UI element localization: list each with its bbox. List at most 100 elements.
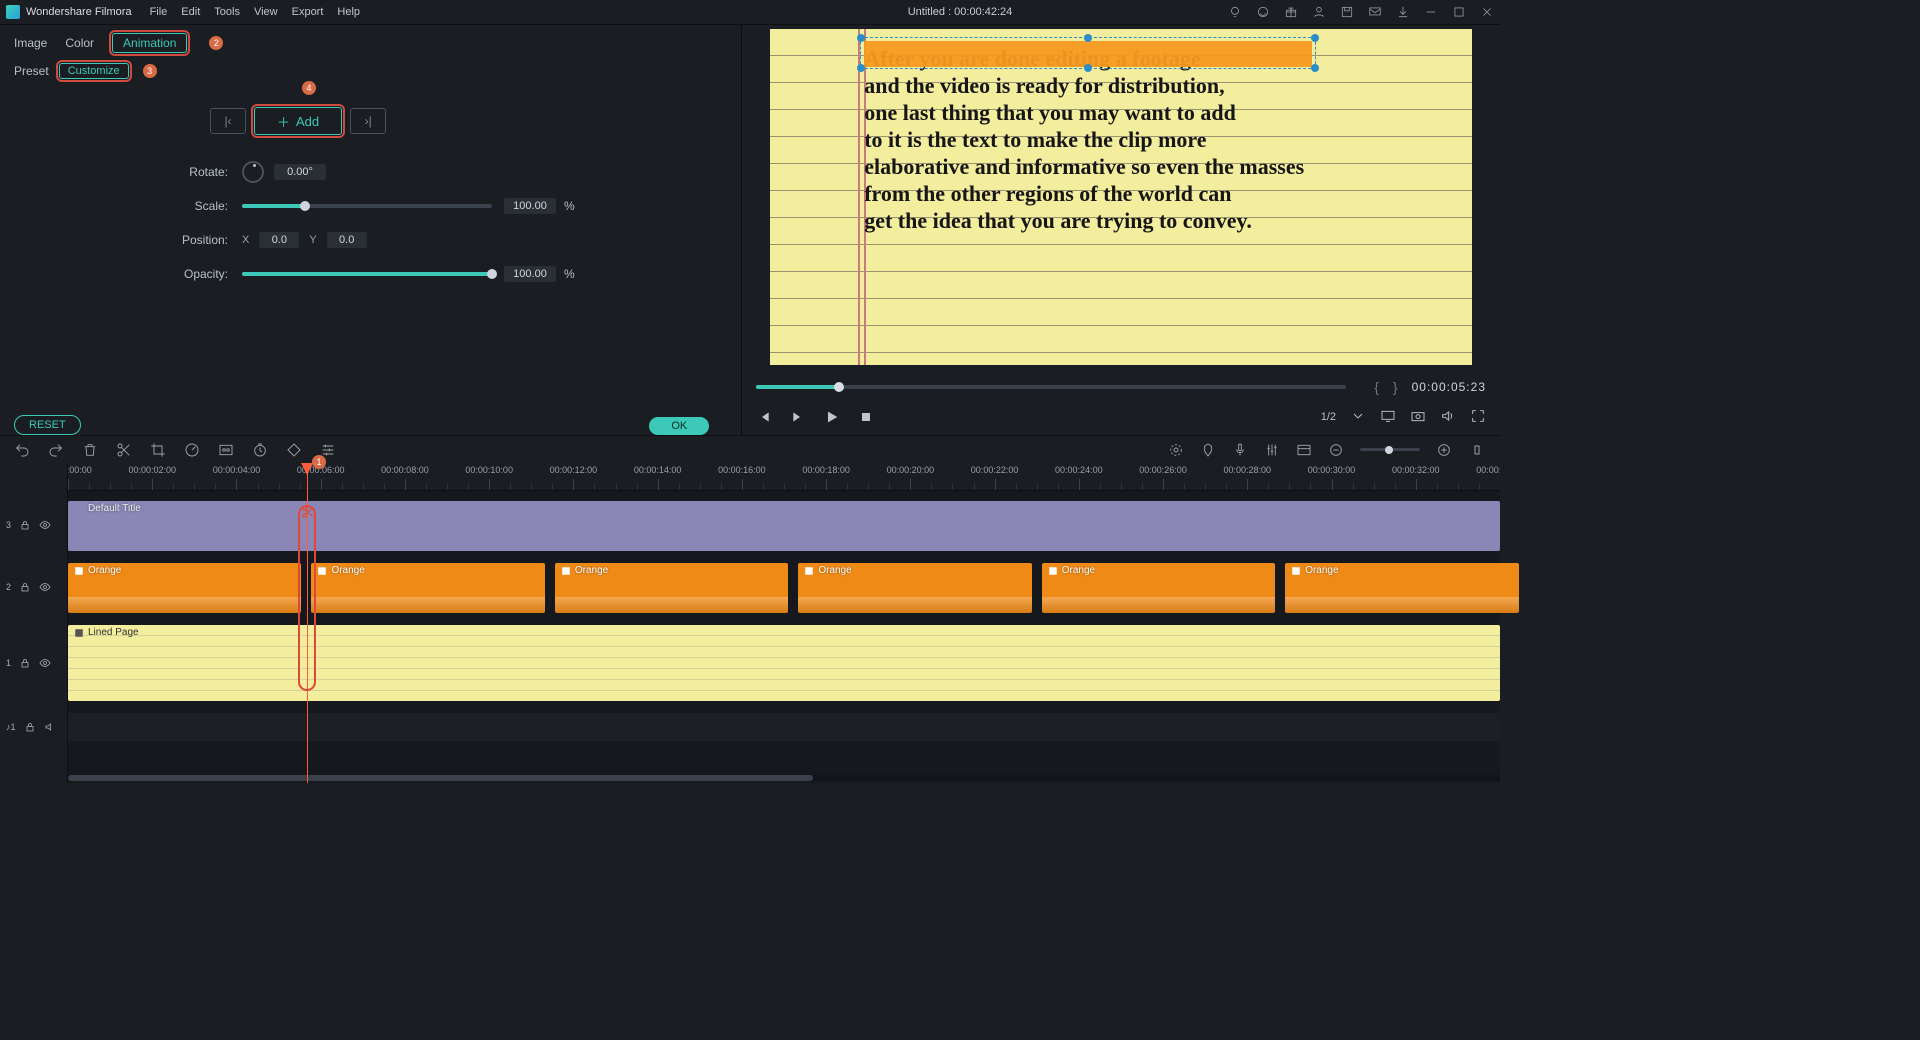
time-ruler[interactable]: 00:00:00:0000:00:02:0000:00:04:0000:00:0… (68, 463, 1500, 491)
lock-icon (19, 581, 31, 593)
position-y[interactable]: 0.0 (327, 232, 367, 248)
ruler-tick: 00:00:24:00 (1055, 465, 1103, 475)
menu-export[interactable]: Export (292, 6, 324, 18)
subtab-preset[interactable]: Preset (14, 64, 49, 78)
delete-icon[interactable] (82, 442, 98, 458)
track-2[interactable]: OrangeOrangeOrangeOrangeOrangeOrange (68, 563, 1500, 613)
opacity-slider[interactable] (242, 272, 492, 276)
download-icon[interactable] (1396, 5, 1410, 19)
redo-icon[interactable] (48, 442, 64, 458)
ruler-tick: 00:00:08:00 (381, 465, 429, 475)
split-icon[interactable] (116, 442, 132, 458)
save-icon[interactable] (1340, 5, 1354, 19)
tab-color[interactable]: Color (65, 36, 94, 50)
account-icon[interactable] (1312, 5, 1326, 19)
track-3[interactable]: Default Title (68, 501, 1500, 551)
prev-frame-button[interactable] (756, 409, 772, 425)
tab-image[interactable]: Image (14, 36, 47, 50)
text-line: elaborative and informative so even the … (864, 153, 1412, 180)
brace-close[interactable]: } (1393, 379, 1398, 395)
tab-animation[interactable]: Animation (112, 33, 187, 53)
maximize-icon[interactable] (1452, 5, 1466, 19)
minimize-icon[interactable] (1424, 5, 1438, 19)
image-icon (804, 566, 814, 576)
orange-clip[interactable]: Orange (68, 563, 301, 613)
orange-clip[interactable]: Orange (1042, 563, 1275, 613)
menu-help[interactable]: Help (337, 6, 360, 18)
close-icon[interactable] (1480, 5, 1494, 19)
chevron-down-icon[interactable] (1350, 408, 1366, 427)
mixer-icon[interactable] (1264, 442, 1280, 458)
tips-icon[interactable] (1228, 5, 1242, 19)
keyframe-icon[interactable] (286, 442, 302, 458)
orange-clip[interactable]: Orange (555, 563, 788, 613)
menu-file[interactable]: File (150, 6, 168, 18)
text-line: from the other regions of the world can (864, 180, 1412, 207)
track-head-a1[interactable]: ♪1 (0, 721, 68, 733)
ok-button[interactable]: OK (649, 417, 709, 435)
next-frame-button[interactable] (790, 409, 806, 425)
menu-view[interactable]: View (254, 6, 278, 18)
lined-clip[interactable]: Lined Page (68, 625, 1500, 701)
gift-icon[interactable] (1284, 5, 1298, 19)
zoom-in-icon[interactable] (1436, 442, 1452, 458)
support-icon[interactable] (1256, 5, 1270, 19)
menu-tools[interactable]: Tools (214, 6, 240, 18)
crop-icon[interactable] (150, 442, 166, 458)
opacity-label: Opacity: (0, 267, 242, 281)
image-icon (1048, 566, 1058, 576)
snapshot-icon[interactable] (1410, 408, 1426, 427)
orange-clip[interactable]: Orange (798, 563, 1031, 613)
orange-clip[interactable]: Orange (311, 563, 544, 613)
lock-icon (24, 721, 36, 733)
track-head-1[interactable]: 1 (0, 657, 68, 669)
opacity-value[interactable]: 100.00 (504, 266, 556, 282)
message-icon[interactable] (1368, 5, 1382, 19)
title-clip[interactable]: Default Title (68, 501, 1500, 551)
volume-icon[interactable] (1440, 408, 1456, 427)
zoom-out-icon[interactable] (1328, 442, 1344, 458)
y-label: Y (309, 234, 316, 246)
undo-icon[interactable] (14, 442, 30, 458)
timeline[interactable]: 3 2 1 ♪1 00:00:00:0000:00:02:0000:00:04:… (0, 463, 1500, 783)
layout-icon[interactable] (1296, 442, 1312, 458)
preview-viewport[interactable]: After you are done editing a footage and… (742, 25, 1500, 369)
orange-clip[interactable]: Orange (1285, 563, 1518, 613)
track-head-2[interactable]: 2 (0, 581, 68, 593)
scale-value[interactable]: 100.00 (504, 198, 556, 214)
track-head-3[interactable]: 3 (0, 519, 68, 531)
render-icon[interactable] (1168, 442, 1184, 458)
rotate-value[interactable]: 0.00° (274, 164, 326, 180)
menu-edit[interactable]: Edit (181, 6, 200, 18)
reset-button[interactable]: RESET (14, 415, 81, 435)
text-block[interactable]: After you are done editing a footage and… (864, 45, 1412, 234)
selection-box[interactable] (860, 37, 1316, 69)
voiceover-icon[interactable] (1232, 442, 1248, 458)
scrubber[interactable] (756, 385, 1346, 389)
eye-icon (39, 581, 51, 593)
scale-slider[interactable] (242, 204, 492, 208)
next-keyframe-button[interactable]: ›| (350, 108, 386, 134)
prev-keyframe-button[interactable]: |‹ (210, 108, 246, 134)
position-x[interactable]: 0.0 (259, 232, 299, 248)
image-icon (74, 566, 84, 576)
duration-icon[interactable] (252, 442, 268, 458)
play-button[interactable] (824, 409, 840, 425)
brace-open[interactable]: { (1374, 379, 1379, 395)
timeline-scrollbar[interactable] (68, 775, 1500, 781)
add-keyframe-button[interactable]: ＋Add (254, 107, 342, 135)
fullscreen-icon[interactable] (1470, 408, 1486, 427)
text-line: one last thing that you may want to add (864, 99, 1412, 126)
speed-icon[interactable] (184, 442, 200, 458)
display-mode-icon[interactable] (1380, 408, 1396, 427)
marker-icon[interactable] (1200, 442, 1216, 458)
color-icon[interactable] (218, 442, 234, 458)
track-1[interactable]: Lined Page (68, 625, 1500, 701)
page-indicator[interactable]: 1/2 (1321, 411, 1336, 423)
auto-ripple-icon[interactable] (1468, 436, 1486, 464)
track-audio[interactable] (68, 713, 1500, 741)
zoom-slider[interactable] (1360, 448, 1420, 451)
rotate-knob[interactable] (242, 161, 264, 183)
subtab-customize[interactable]: Customize (59, 63, 129, 79)
stop-button[interactable] (858, 409, 874, 425)
